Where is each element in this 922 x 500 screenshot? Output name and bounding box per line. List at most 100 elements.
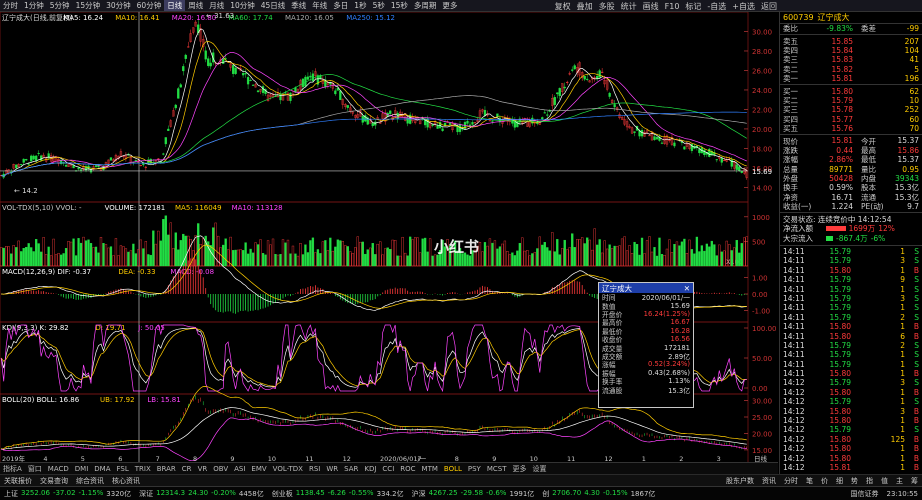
volume-bar <box>144 241 148 267</box>
index-quote[interactable]: 创 2706.70 4.30 -0.15% 1867亿 <box>538 489 659 499</box>
index-quote[interactable]: 创业板 1138.45 -6.26 -0.55% 334.2亿 <box>268 489 408 499</box>
toolbar-button[interactable]: +自选 <box>729 1 758 12</box>
period-tab[interactable]: 1秒 <box>351 0 369 11</box>
toolbar-button[interactable]: 叠加 <box>574 1 596 12</box>
toolbar-button[interactable]: 多股 <box>596 1 618 12</box>
indicator-tab[interactable]: WR <box>323 465 341 473</box>
function-tab[interactable]: 核心资讯 <box>108 476 144 486</box>
sells-vol: 207 <box>904 36 919 46</box>
indicator-tab[interactable]: 更多 <box>510 464 530 474</box>
candle-body <box>164 137 167 145</box>
volume-bar <box>401 236 404 267</box>
indicator-tab[interactable]: DMA <box>91 465 113 473</box>
indicator-tab[interactable]: MTM <box>419 465 441 473</box>
period-tab[interactable]: 5秒 <box>370 0 388 11</box>
period-tab[interactable]: 月线 <box>206 0 227 11</box>
indicator-tab[interactable]: CCI <box>379 465 397 473</box>
period-tab[interactable]: 15秒 <box>388 0 411 11</box>
period-tab[interactable]: 5分钟 <box>47 0 73 11</box>
period-tab[interactable]: 1分钟 <box>21 0 47 11</box>
tick-time: 14:11 <box>783 284 805 294</box>
toolbar-button[interactable]: 复权 <box>552 1 574 12</box>
volume-bar <box>346 246 349 267</box>
volume-bar <box>261 253 265 267</box>
function-tab[interactable]: 关联报价 <box>0 476 36 486</box>
sells-row[interactable]: 卖一 15.81 196 <box>780 74 922 83</box>
close-icon[interactable]: ✕ <box>684 284 690 293</box>
indicator-tab[interactable]: ASI <box>231 465 248 473</box>
function-right-tab[interactable]: 筹 <box>907 476 922 486</box>
indicator-tab[interactable]: ROC <box>397 465 418 473</box>
toolbar-button[interactable]: 画线 <box>640 1 662 12</box>
indicator-tab[interactable]: RSI <box>306 465 323 473</box>
buys-row[interactable]: 买五 15.76 70 <box>780 124 922 133</box>
function-right-tab[interactable]: 价 <box>817 476 832 486</box>
period-tab[interactable]: 10分钟 <box>227 0 258 11</box>
volume-bar <box>231 250 235 267</box>
candle-body <box>222 58 225 64</box>
toolbar-button[interactable]: F10 <box>662 2 683 11</box>
volume-bar <box>79 242 83 267</box>
indicator-tab[interactable]: FSL <box>114 465 132 473</box>
function-right-tab[interactable]: 势 <box>847 476 862 486</box>
toolbar-button[interactable]: 统计 <box>618 1 640 12</box>
indicator-tab[interactable]: PSY <box>465 465 484 473</box>
y-tick-label: 15.00 <box>752 447 772 455</box>
function-tab[interactable]: 交易查询 <box>36 476 72 486</box>
indicator-tab[interactable]: MACD <box>45 465 72 473</box>
function-right-tab[interactable]: 股东户数 <box>722 476 758 486</box>
toolbar-button[interactable]: 返回 <box>758 1 780 12</box>
tick-row: 14:11 15.79 9 S <box>780 275 922 284</box>
function-right-tab[interactable]: 值 <box>877 476 892 486</box>
period-tab[interactable]: 季线 <box>288 0 309 11</box>
quote-label: 收益(一) <box>783 202 812 212</box>
function-right-tab[interactable]: 笔 <box>802 476 817 486</box>
indicator-tab[interactable]: 窗口 <box>25 464 45 474</box>
indicator-tab[interactable]: DMI <box>72 465 92 473</box>
function-right-tab[interactable]: 细 <box>832 476 847 486</box>
toolbar-button[interactable]: 标记 <box>682 1 704 12</box>
bar-info-popup[interactable]: 辽宁成大 ✕ 时间 2020/06/01/一 数值 15.69 开盘价 16.24(1.25… <box>598 282 694 408</box>
period-tab[interactable]: 45日线 <box>258 0 289 11</box>
indicator-tab[interactable]: 指标A <box>0 464 25 474</box>
indicator-tab[interactable]: VR <box>195 465 211 473</box>
candle-body <box>234 67 237 74</box>
indicator-tab[interactable]: VOL-TDX <box>270 465 306 473</box>
period-tab[interactable]: 多周期 <box>411 0 440 11</box>
netflow-row: 净流入额 1699万 12% <box>780 224 922 234</box>
indicator-tab[interactable]: BRAR <box>154 465 179 473</box>
toolbar-button[interactable]: -自选 <box>704 1 729 12</box>
indicator-tab[interactable]: KDJ <box>361 465 379 473</box>
tick-list[interactable]: 14:11 15.79 1 S 14:11 15.79 3 S 14:11 15.80 1 B 14:1… <box>780 247 922 472</box>
function-right-tab[interactable]: 主 <box>892 476 907 486</box>
indicator-tab[interactable]: EMV <box>248 465 269 473</box>
index-quote[interactable]: 上证 3252.06 -37.02 -1.15% 3320亿 <box>0 489 135 499</box>
pane-frame <box>0 12 749 203</box>
period-tab[interactable]: 60分钟 <box>134 0 165 11</box>
function-right-tab[interactable]: 指 <box>862 476 877 486</box>
function-right-tab[interactable]: 分时 <box>780 476 802 486</box>
period-tab[interactable]: 日线 <box>164 0 186 11</box>
index-quote[interactable]: 深证 12314.3 24.30 -0.20% 4458亿 <box>135 489 268 499</box>
function-right-tab[interactable]: 资讯 <box>758 476 780 486</box>
tick-side: B <box>913 444 919 454</box>
indicator-tab[interactable]: TRIX <box>132 465 154 473</box>
period-tab[interactable]: 周线 <box>185 0 206 11</box>
indicator-tab[interactable]: OBV <box>210 465 231 473</box>
period-tab[interactable]: 年线 <box>309 0 330 11</box>
y-tick-label: 26.00 <box>752 67 772 75</box>
period-tab[interactable]: 多日 <box>330 0 351 11</box>
indicator-tab[interactable]: SAR <box>341 465 361 473</box>
y-tick-label: 0.00 <box>752 385 768 393</box>
volume-bar <box>72 238 75 267</box>
period-tab[interactable]: 15分钟 <box>73 0 104 11</box>
period-tab[interactable]: 30分钟 <box>103 0 134 11</box>
indicator-tab[interactable]: 设置 <box>530 464 550 474</box>
function-tab[interactable]: 综合资讯 <box>72 476 108 486</box>
indicator-tab[interactable]: BOLL <box>441 465 465 473</box>
period-tab[interactable]: 更多 <box>439 0 460 11</box>
indicator-tab[interactable]: MCST <box>484 465 510 473</box>
index-quote[interactable]: 沪深 4267.25 -29.58 -0.6% 1991亿 <box>408 489 539 499</box>
period-tab[interactable]: 分时 <box>0 0 21 11</box>
indicator-tab[interactable]: CR <box>179 465 195 473</box>
